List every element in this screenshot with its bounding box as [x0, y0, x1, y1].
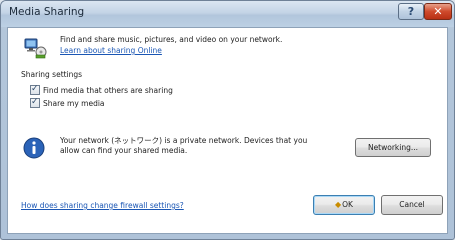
uac-shield-icon: ◆ [335, 200, 342, 209]
info-icon [23, 137, 45, 159]
share-my-media-label: Share my media [43, 98, 105, 108]
find-media-checkbox-row[interactable]: ✓ Find media that others are sharing [30, 84, 173, 95]
help-icon: ? [407, 5, 415, 18]
checkmark-icon: ✓ [31, 97, 39, 107]
firewall-settings-link[interactable]: How does sharing change firewall setting… [21, 201, 184, 210]
dialog-content: Find and share music, pictures, and vide… [7, 27, 448, 234]
close-icon: ✕ [433, 5, 443, 18]
share-my-media-checkbox-row[interactable]: ✓ Share my media [30, 97, 105, 108]
close-button[interactable]: ✕ [424, 3, 452, 20]
networking-button[interactable]: Networking... [355, 138, 431, 157]
ok-label: OK [342, 200, 353, 209]
media-sharing-dialog: Media Sharing ? ✕ Find and share music, … [0, 0, 455, 240]
window-title: Media Sharing [9, 6, 85, 18]
find-media-checkbox[interactable]: ✓ [30, 84, 40, 95]
cancel-button[interactable]: Cancel [381, 195, 443, 215]
learn-about-sharing-link[interactable]: Learn about sharing Online [60, 46, 162, 55]
find-media-label: Find media that others are sharing [43, 85, 173, 95]
network-info-text: Your network (ネットワーク) is a private netwo… [60, 136, 308, 155]
share-my-media-checkbox[interactable]: ✓ [30, 97, 40, 108]
media-share-icon [24, 38, 47, 59]
help-button[interactable]: ? [398, 3, 424, 20]
sharing-settings-heading: Sharing settings [21, 70, 83, 79]
intro-text: Find and share music, pictures, and vide… [60, 35, 283, 44]
title-bar[interactable]: Media Sharing ? ✕ [1, 1, 454, 27]
checkmark-icon: ✓ [31, 84, 39, 94]
ok-button[interactable]: ◆OK [313, 195, 375, 215]
